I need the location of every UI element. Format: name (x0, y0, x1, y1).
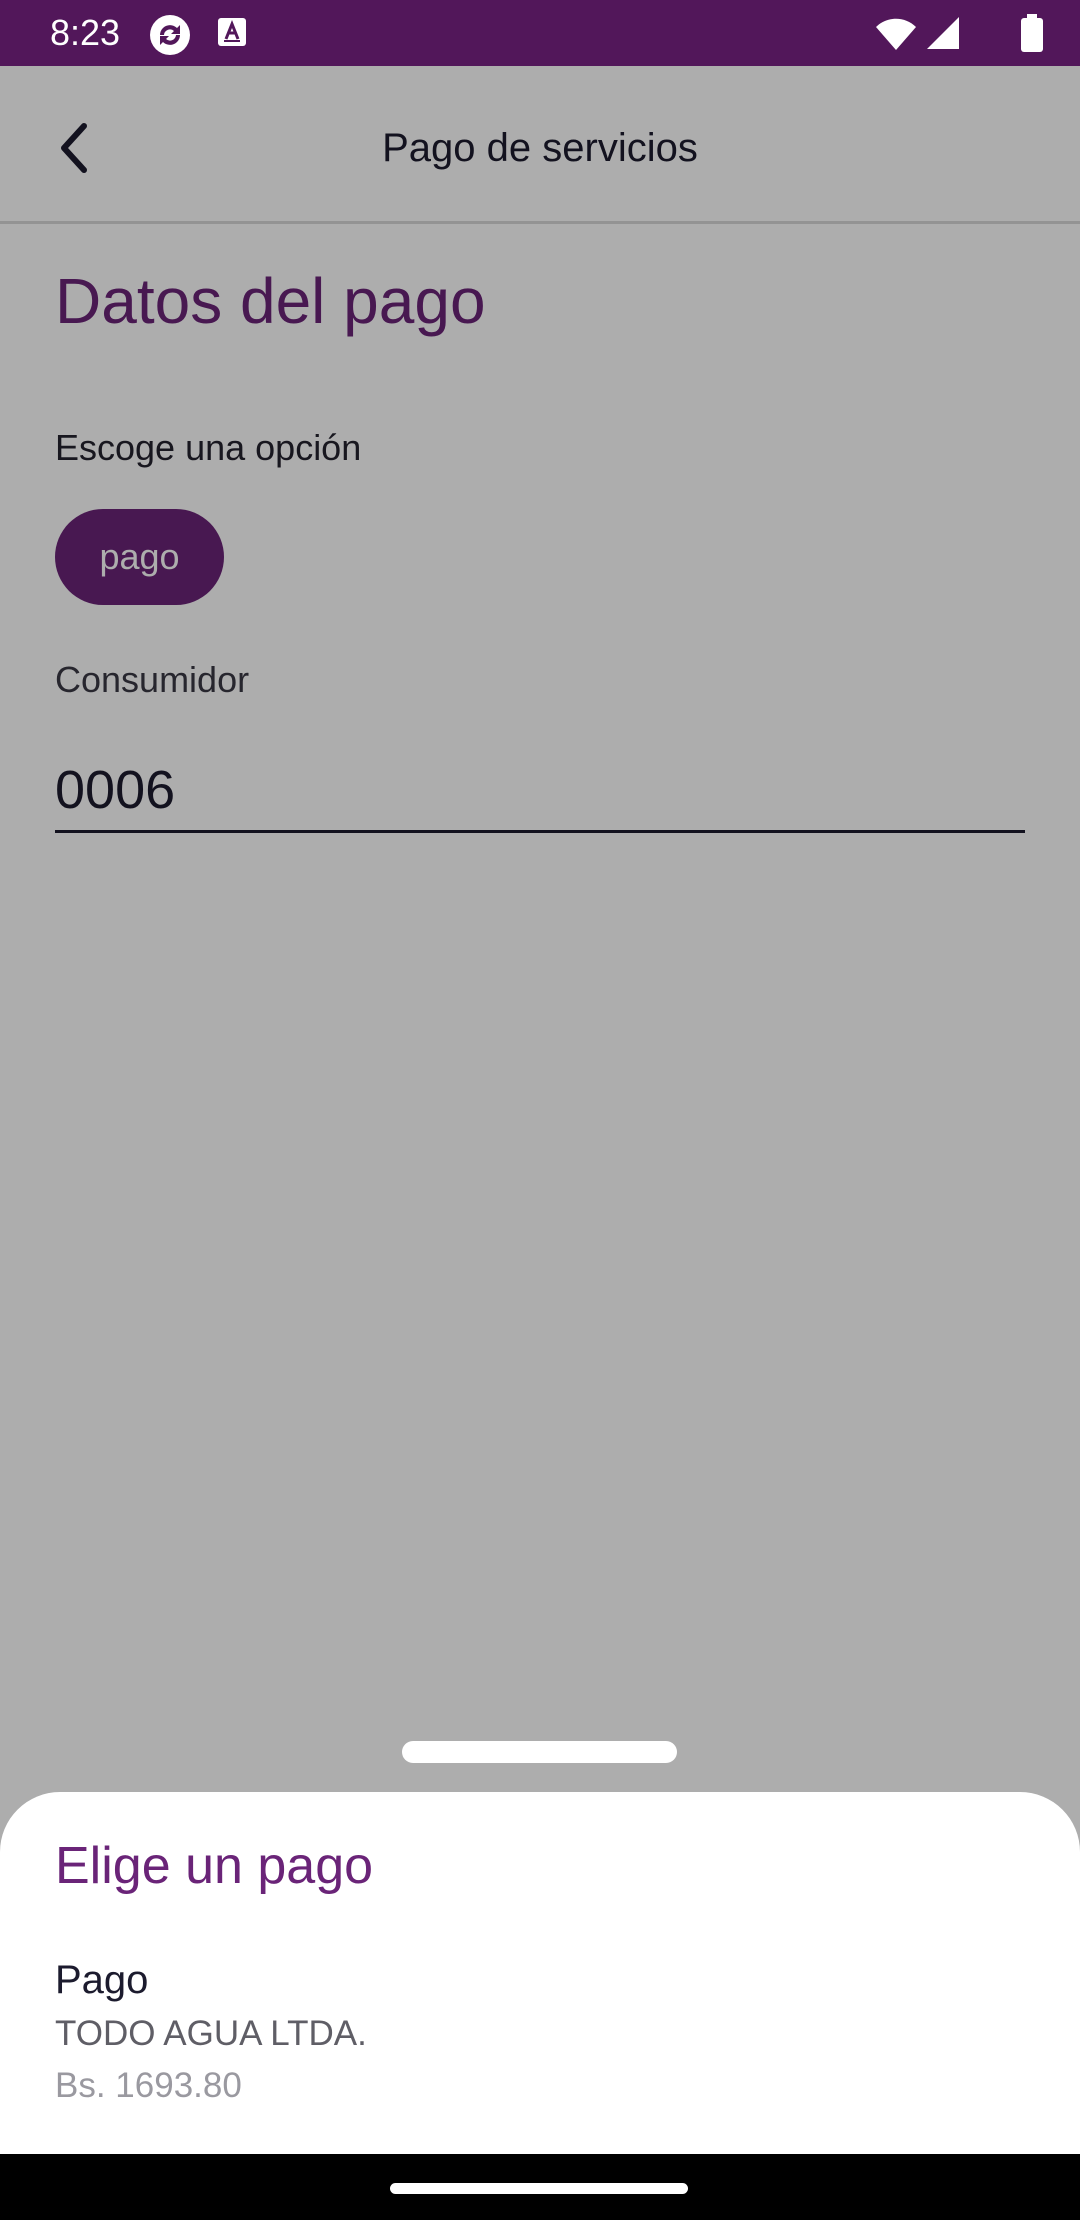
payment-amount: Bs. 1693.80 (55, 2066, 242, 2105)
status-time: 8:23 (50, 12, 121, 53)
sheet-drag-handle[interactable] (402, 1741, 677, 1763)
navigation-bar (0, 2154, 1080, 2220)
wifi-icon (876, 18, 916, 50)
payment-company: TODO AGUA LTDA. (55, 2014, 367, 2053)
sheet-title: Elige un pago (55, 1837, 374, 1895)
battery-icon (1021, 14, 1043, 52)
home-indicator[interactable] (390, 2183, 688, 2194)
payment-list-item[interactable]: Pago TODO AGUA LTDA. Bs. 1693.80 (0, 1952, 1080, 2122)
status-bar: 8:23 (0, 0, 1080, 66)
sync-icon (148, 13, 192, 62)
signal-icon (927, 17, 959, 49)
tile-icon (218, 18, 246, 51)
bottom-sheet: Elige un pago Pago TODO AGUA LTDA. Bs. 1… (0, 1792, 1080, 2154)
payment-name: Pago (55, 1958, 149, 2002)
